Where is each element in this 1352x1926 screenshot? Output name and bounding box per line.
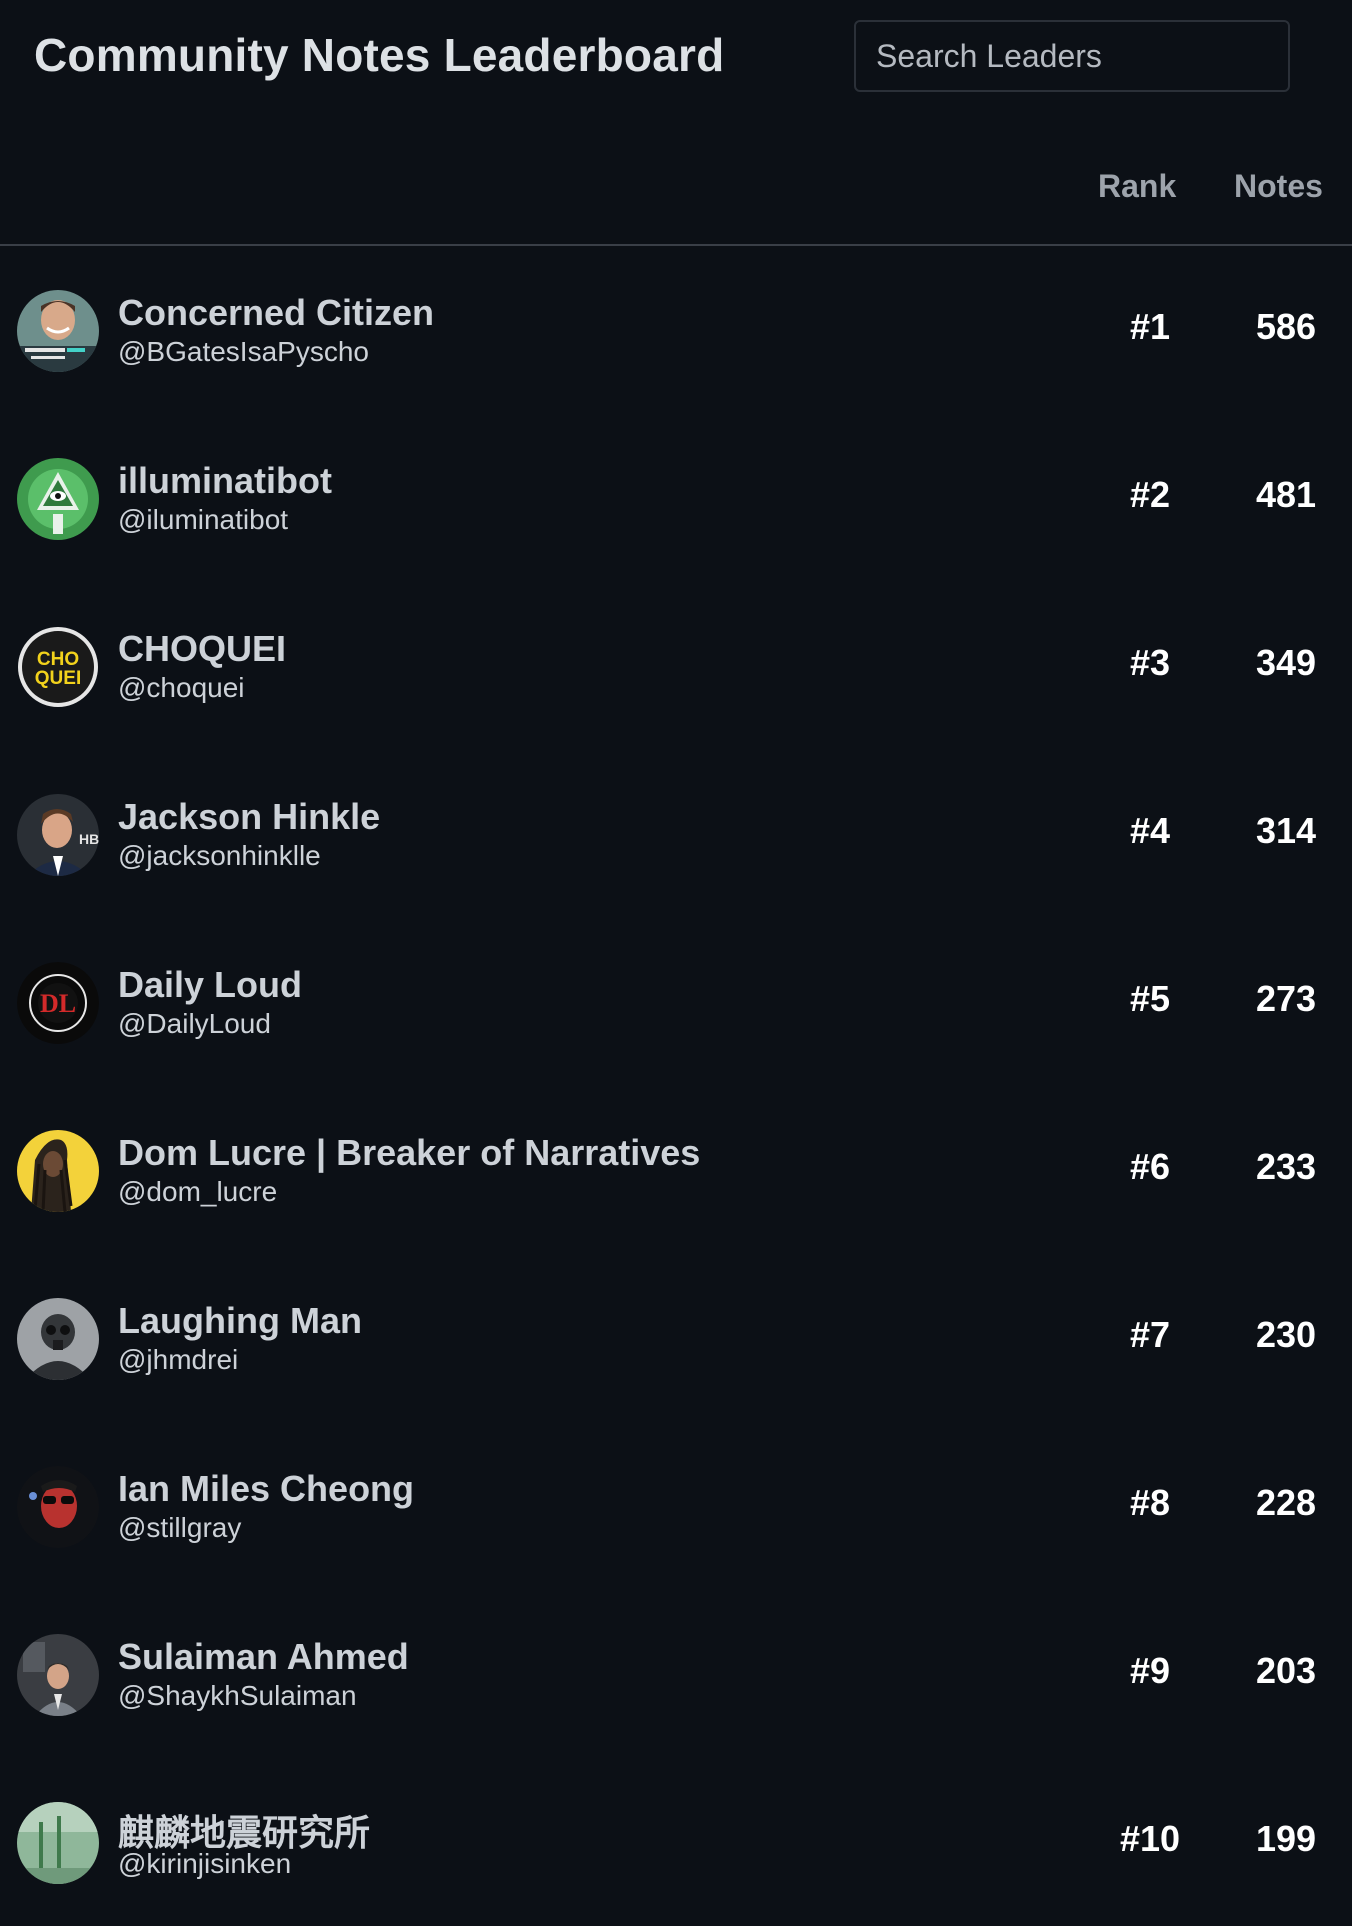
leader-notes-count: 203 bbox=[1255, 1650, 1317, 1691]
masked-soldier-avatar-icon[interactable] bbox=[17, 1298, 99, 1380]
leader-notes-count: 481 bbox=[1255, 474, 1317, 515]
person-photo-avatar-icon[interactable] bbox=[17, 290, 99, 372]
leader-handle[interactable]: @ShaykhSulaiman bbox=[118, 1680, 357, 1712]
green-landscape-avatar-icon[interactable] bbox=[17, 1802, 99, 1884]
leader-name[interactable]: Dom Lucre | Breaker of Narratives bbox=[118, 1132, 700, 1174]
leader-name[interactable]: Daily Loud bbox=[118, 964, 302, 1006]
leader-handle[interactable]: @dom_lucre bbox=[118, 1176, 277, 1208]
leader-name[interactable]: Sulaiman Ahmed bbox=[118, 1636, 409, 1678]
leader-name[interactable]: Jackson Hinkle bbox=[118, 796, 380, 838]
leader-notes-count: 586 bbox=[1255, 306, 1317, 347]
leader-row[interactable]: illuminatibot @iluminatibot #2 481 bbox=[0, 414, 1352, 582]
leader-notes-count: 349 bbox=[1255, 642, 1317, 683]
leader-rank: #5 bbox=[1129, 978, 1171, 1019]
person-sunglasses-avatar-icon[interactable] bbox=[17, 1466, 99, 1548]
search-box[interactable] bbox=[854, 20, 1290, 92]
leader-row[interactable]: Concerned Citizen @BGatesIsaPyscho #1 58… bbox=[0, 246, 1352, 414]
leader-row[interactable]: DL Daily Loud @DailyLoud #5 273 bbox=[0, 918, 1352, 1086]
leader-row[interactable]: Laughing Man @jhmdrei #7 230 bbox=[0, 1254, 1352, 1422]
leader-row[interactable]: Sulaiman Ahmed @ShaykhSulaiman #9 203 bbox=[0, 1590, 1352, 1758]
leader-rank: #6 bbox=[1129, 1146, 1171, 1187]
leader-row[interactable]: CHO QUEI CHOQUEI @choquei #3 349 bbox=[0, 582, 1352, 750]
leader-handle[interactable]: @stillgray bbox=[118, 1512, 241, 1544]
leader-rank: #9 bbox=[1129, 1650, 1171, 1691]
notes-column-header[interactable]: Notes bbox=[1234, 168, 1323, 205]
person-photo-avatar-icon[interactable]: HB bbox=[17, 794, 99, 876]
svg-text:HB: HB bbox=[79, 831, 99, 847]
leader-rank: #7 bbox=[1129, 1314, 1171, 1355]
leader-notes-count: 230 bbox=[1255, 1314, 1317, 1355]
leader-rank: #4 bbox=[1129, 810, 1171, 851]
choquei-logo-avatar-icon[interactable]: CHO QUEI bbox=[17, 626, 99, 708]
leader-rank: #8 bbox=[1129, 1482, 1171, 1523]
leader-notes-count: 199 bbox=[1255, 1818, 1317, 1859]
leader-rank: #10 bbox=[1119, 1818, 1181, 1859]
leader-notes-count: 233 bbox=[1255, 1146, 1317, 1187]
leader-rank: #3 bbox=[1129, 642, 1171, 683]
leader-name[interactable]: Ian Miles Cheong bbox=[118, 1468, 414, 1510]
leader-rank: #1 bbox=[1129, 306, 1171, 347]
leader-handle[interactable]: @choquei bbox=[118, 672, 245, 704]
leader-handle[interactable]: @jhmdrei bbox=[118, 1344, 238, 1376]
leader-row[interactable]: 麒麟地震研究所 @kirinjisinken #10 199 bbox=[0, 1758, 1352, 1926]
leader-handle[interactable]: @jacksonhinklle bbox=[118, 840, 321, 872]
leader-notes-count: 314 bbox=[1255, 810, 1317, 851]
leader-notes-count: 273 bbox=[1255, 978, 1317, 1019]
svg-text:DL: DL bbox=[40, 989, 76, 1018]
person-suit-avatar-icon[interactable] bbox=[17, 1634, 99, 1716]
leader-handle[interactable]: @BGatesIsaPyscho bbox=[118, 336, 369, 368]
leader-name[interactable]: Laughing Man bbox=[118, 1300, 362, 1342]
rank-column-header[interactable]: Rank bbox=[1098, 168, 1176, 205]
leader-name[interactable]: Concerned Citizen bbox=[118, 292, 434, 334]
leader-row[interactable]: Dom Lucre | Breaker of Narratives @dom_l… bbox=[0, 1086, 1352, 1254]
person-yellow-avatar-icon[interactable] bbox=[17, 1130, 99, 1212]
page-title: Community Notes Leaderboard bbox=[34, 29, 725, 81]
leader-row[interactable]: HB Jackson Hinkle @jacksonhinklle #4 314 bbox=[0, 750, 1352, 918]
search-input[interactable] bbox=[856, 22, 1288, 90]
daily-loud-logo-avatar-icon[interactable]: DL bbox=[17, 962, 99, 1044]
leader-row[interactable]: Ian Miles Cheong @stillgray #8 228 bbox=[0, 1422, 1352, 1590]
leader-notes-count: 228 bbox=[1255, 1482, 1317, 1523]
eye-pyramid-avatar-icon[interactable] bbox=[17, 458, 99, 540]
svg-text:CHO: CHO bbox=[37, 649, 79, 670]
leader-name[interactable]: illuminatibot bbox=[118, 460, 332, 502]
svg-text:QUEI: QUEI bbox=[35, 668, 81, 689]
leader-rank: #2 bbox=[1129, 474, 1171, 515]
leader-handle[interactable]: @iluminatibot bbox=[118, 504, 288, 536]
leader-handle[interactable]: @DailyLoud bbox=[118, 1008, 271, 1040]
leaderboard-list: Concerned Citizen @BGatesIsaPyscho #1 58… bbox=[0, 246, 1352, 1926]
leader-name[interactable]: CHOQUEI bbox=[118, 628, 286, 670]
leader-handle[interactable]: @kirinjisinken bbox=[118, 1848, 291, 1880]
